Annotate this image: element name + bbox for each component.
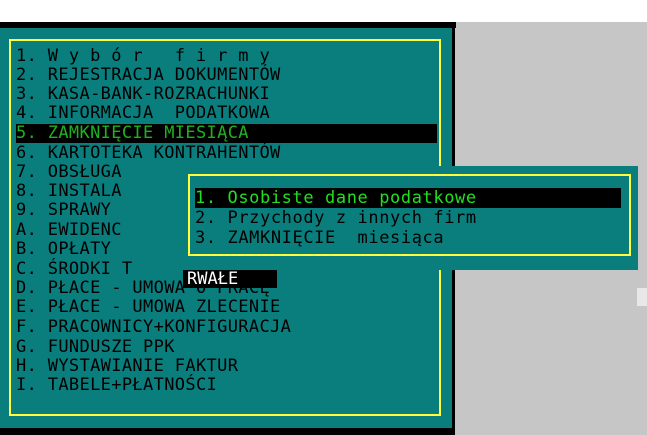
menu-item-kartoteka-kontrahentow[interactable]: 6. KARTOTEKA KONTRAHENTÓW (16, 144, 437, 163)
menu-item-place-umowa-zlecenie[interactable]: E. PŁACE - UMOWA ZLECENIE (16, 298, 437, 317)
menu-item-fundusze-ppk[interactable]: G. FUNDUSZE PPK (16, 338, 437, 357)
srodki-trwale-continuation: RWAŁE (183, 270, 277, 288)
menu-item-kasa-bank-rozrachunki[interactable]: 3. KASA-BANK-ROZRACHUNKI (16, 85, 437, 104)
submenu-panel: 1. Osobiste dane podatkowe 2. Przychody … (183, 166, 638, 270)
menu-item-pracownicy-konfiguracja[interactable]: F. PRACOWNICY+KONFIGURACJA (16, 318, 437, 337)
submenu-item-przychody-z-innych-firm[interactable]: 2. Przychody z innych firm (195, 208, 621, 228)
menu-item-rejestracja-dokumentow[interactable]: 2. REJESTRACJA DOKUMENTÓW (16, 66, 437, 85)
menu-item-informacja-podatkowa[interactable]: 4. INFORMACJA PODATKOWA (16, 104, 437, 123)
menu-shadow-bottom (0, 428, 455, 435)
top-band (0, 0, 647, 22)
menu-item-tabele-platnosci[interactable]: I. TABELE+PŁATNOŚCI (16, 376, 437, 395)
menu-item-zamkniecie-miesiaca[interactable]: 5. ZAMKNIĘCIE MIESIĄCA (16, 124, 437, 143)
menu-item-wystawianie-faktur[interactable]: H. WYSTAWIANIE FAKTUR (16, 357, 437, 376)
submenu-item-zamkniecie-miesiaca[interactable]: 3. ZAMKNIĘCIE miesiąca (195, 228, 621, 248)
menu-item-wybor-firmy[interactable]: 1. W y b ó r f i r m y (16, 47, 437, 66)
scroll-stub (637, 288, 647, 306)
submenu-item-osobiste-dane-podatkowe[interactable]: 1. Osobiste dane podatkowe (195, 188, 621, 208)
